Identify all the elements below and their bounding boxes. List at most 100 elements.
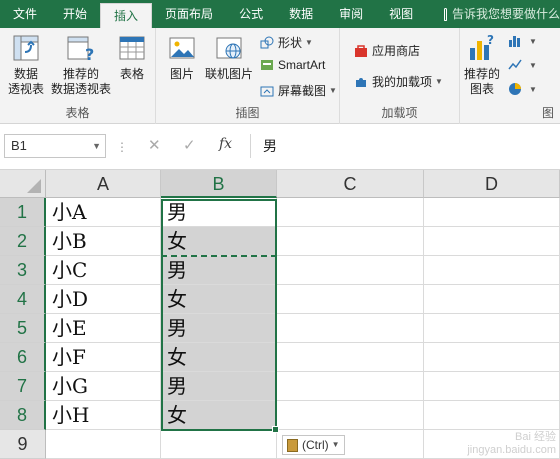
row-header-8[interactable]: 8 <box>0 401 46 430</box>
cell-c5[interactable] <box>277 314 424 343</box>
smartart-button[interactable]: SmartArt <box>260 58 325 72</box>
cell-b6[interactable]: 女 <box>161 343 277 372</box>
group-illustrations-label: 插图 <box>235 106 260 120</box>
cell-c1[interactable] <box>277 198 424 227</box>
row-header-4[interactable]: 4 <box>0 285 46 314</box>
store-button[interactable]: 应用商店 <box>354 42 420 59</box>
cell-a3[interactable]: 小C <box>46 256 161 285</box>
cell-b7[interactable]: 男 <box>161 372 277 401</box>
tab-data[interactable]: 数据 <box>276 0 326 28</box>
cell-b1[interactable]: 男 <box>161 198 277 227</box>
cell-a1[interactable]: 小A <box>46 198 161 227</box>
row-header-5[interactable]: 5 <box>0 314 46 343</box>
cell-b5[interactable]: 男 <box>161 314 277 343</box>
tab-insert[interactable]: 插入 <box>100 3 153 28</box>
recommended-pivot-button[interactable]: ? 推荐的 数据透视表 <box>50 32 112 97</box>
select-all-button[interactable] <box>0 170 46 198</box>
cell-d7[interactable] <box>424 372 560 401</box>
shapes-dropdown-icon: ▼ <box>305 38 313 47</box>
recommended-charts-button[interactable]: ? 推荐的 图表 <box>462 32 502 97</box>
tab-home[interactable]: 开始 <box>50 0 100 28</box>
pie-chart-dropdown-icon: ▼ <box>529 84 537 94</box>
column-chart-button[interactable]: ▼ <box>508 34 537 48</box>
addins-icon <box>354 75 368 89</box>
recommended-pivot-label: 推荐的 数据透视表 <box>50 67 111 96</box>
cell-d3[interactable] <box>424 256 560 285</box>
cell-c2[interactable] <box>277 227 424 256</box>
online-pictures-label: 联机图片 <box>204 67 253 81</box>
group-tables-label: 表格 <box>65 106 90 120</box>
tab-formulas[interactable]: 公式 <box>226 0 276 28</box>
cell-d1[interactable] <box>424 198 560 227</box>
paste-options-dropdown-icon: ▼ <box>331 440 340 449</box>
cell-a8[interactable]: 小H <box>46 401 161 430</box>
recommended-charts-icon: ? <box>466 32 498 64</box>
column-header-b[interactable]: B <box>161 170 277 198</box>
cell-a5[interactable]: 小E <box>46 314 161 343</box>
pivot-table-button[interactable]: 数据 透视表 <box>4 32 48 97</box>
online-pictures-button[interactable]: 联机图片 <box>202 32 256 82</box>
cell-b4[interactable]: 女 <box>161 285 277 314</box>
cell-c6[interactable] <box>277 343 424 372</box>
cell-c7[interactable] <box>277 372 424 401</box>
line-chart-button[interactable]: ▼ <box>508 58 537 72</box>
tab-view[interactable]: 视图 <box>376 0 426 28</box>
cell-d2[interactable] <box>424 227 560 256</box>
formula-input[interactable]: 男 <box>250 134 558 158</box>
cell-d6[interactable] <box>424 343 560 372</box>
pictures-label: 图片 <box>169 67 194 81</box>
shapes-button[interactable]: 形状 ▼ <box>260 34 313 51</box>
column-header-d[interactable]: D <box>424 170 560 198</box>
formula-bar-splitter[interactable]: ⋮ <box>116 140 129 154</box>
cell-a4[interactable]: 小D <box>46 285 161 314</box>
paste-options-button[interactable]: (Ctrl) ▼ <box>282 435 345 455</box>
cell-c3[interactable] <box>277 256 424 285</box>
name-box-dropdown-icon: ▼ <box>92 141 101 151</box>
cell-d5[interactable] <box>424 314 560 343</box>
column-header-a[interactable]: A <box>46 170 161 198</box>
ribbon-insert: 数据 透视表 ? 推荐的 数据透视表 表格 表格 图片 联机图片 形状 ▼ Sm… <box>0 28 560 124</box>
tab-review[interactable]: 审阅 <box>326 0 376 28</box>
cancel-icon[interactable]: ✕ <box>148 136 161 154</box>
cell-b3[interactable]: 男 <box>161 256 277 285</box>
cell-b2[interactable]: 女 <box>161 227 277 256</box>
tab-page-layout[interactable]: 页面布局 <box>152 0 226 28</box>
row-header-1[interactable]: 1 <box>0 198 46 227</box>
cell-a2[interactable]: 小B <box>46 227 161 256</box>
svg-text:?: ? <box>85 45 94 64</box>
my-addins-button[interactable]: 我的加载项 ▼ <box>354 73 443 90</box>
cell-b9[interactable] <box>161 430 277 459</box>
cell-d8[interactable] <box>424 401 560 430</box>
column-header-c[interactable]: C <box>277 170 424 198</box>
group-addins-label: 加载项 <box>381 106 418 120</box>
row-header-9[interactable]: 9 <box>0 430 46 459</box>
cell-d4[interactable] <box>424 285 560 314</box>
smartart-icon <box>260 58 274 72</box>
row-header-6[interactable]: 6 <box>0 343 46 372</box>
table-button[interactable]: 表格 <box>114 32 150 82</box>
tell-me-box[interactable]: 告诉我您想要做什么 <box>444 0 560 28</box>
cell-c4[interactable] <box>277 285 424 314</box>
cell-a9[interactable] <box>46 430 161 459</box>
fill-handle[interactable] <box>272 426 279 433</box>
screenshot-icon <box>260 84 274 98</box>
row-header-2[interactable]: 2 <box>0 227 46 256</box>
cell-a7[interactable]: 小G <box>46 372 161 401</box>
screenshot-button[interactable]: 屏幕截图 ▼ <box>260 82 337 99</box>
enter-icon[interactable]: ✓ <box>183 136 196 154</box>
row-header-3[interactable]: 3 <box>0 256 46 285</box>
shapes-label: 形状 <box>278 36 303 50</box>
cell-c8[interactable] <box>277 401 424 430</box>
insert-function-icon[interactable]: fx <box>219 136 232 152</box>
pivot-table-label: 数据 透视表 <box>7 67 44 96</box>
store-icon <box>354 44 368 58</box>
pie-chart-button[interactable]: ▼ <box>508 82 537 96</box>
name-box-value: B1 <box>11 138 27 153</box>
pictures-button[interactable]: 图片 <box>164 32 200 82</box>
tab-file[interactable]: 文件 <box>0 0 50 28</box>
screenshot-label: 屏幕截图 <box>278 84 327 98</box>
cell-b8[interactable]: 女 <box>161 401 277 430</box>
row-header-7[interactable]: 7 <box>0 372 46 401</box>
name-box[interactable]: B1 ▼ <box>4 134 106 158</box>
cell-a6[interactable]: 小F <box>46 343 161 372</box>
